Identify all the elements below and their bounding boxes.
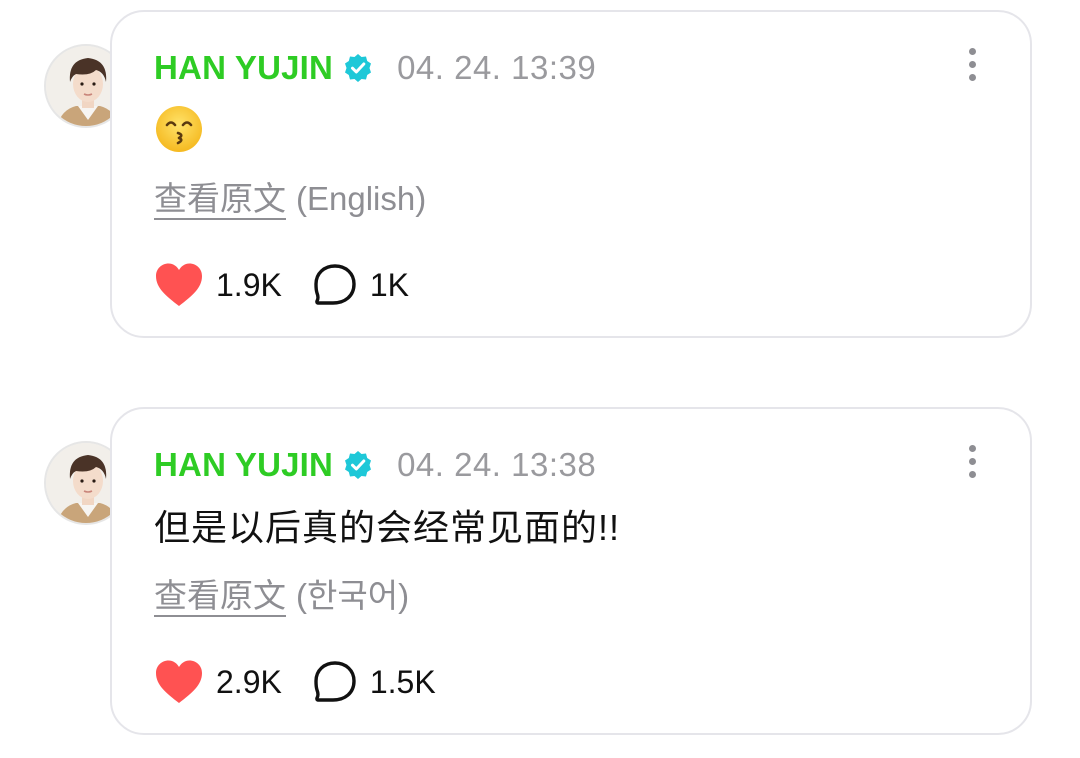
view-original-link[interactable]: 查看原文 bbox=[154, 577, 286, 614]
post-content-text: 但是以后真的会经常见面的!! bbox=[154, 507, 621, 548]
post-timestamp: 04. 24. 13:39 bbox=[397, 49, 597, 86]
more-options-icon[interactable] bbox=[966, 445, 978, 481]
post-header: HAN YUJIN 04. 24. 13:38 bbox=[154, 443, 596, 487]
original-language: (English) bbox=[296, 180, 427, 217]
comment-count: 1.5K bbox=[369, 663, 436, 700]
more-options-icon[interactable] bbox=[966, 48, 978, 84]
post-timestamp: 04. 24. 13:38 bbox=[397, 446, 597, 483]
translation-row: 查看原文 (English) bbox=[154, 172, 426, 220]
post-card: HAN YUJIN 04. 24. 13:39 查看原文 (English) 1… bbox=[110, 10, 1032, 338]
kissing-face-emoji bbox=[154, 104, 204, 154]
like-count: 2.9K bbox=[216, 663, 282, 700]
verified-badge-icon bbox=[343, 53, 373, 83]
heart-icon[interactable] bbox=[154, 659, 204, 705]
verified-badge-icon bbox=[343, 450, 373, 480]
translation-row: 查看原文 (한국어) bbox=[154, 569, 409, 617]
comment-count: 1K bbox=[369, 266, 409, 303]
view-original-link[interactable]: 查看原文 bbox=[154, 180, 286, 217]
comment-bubble-icon[interactable] bbox=[312, 262, 358, 308]
original-language: (한국어) bbox=[296, 577, 410, 614]
post-header: HAN YUJIN 04. 24. 13:39 bbox=[154, 46, 596, 90]
author-name[interactable]: HAN YUJIN bbox=[154, 446, 333, 484]
comment-bubble-icon[interactable] bbox=[312, 659, 358, 705]
post-stats: 2.9K 1.5K bbox=[154, 659, 436, 705]
like-count: 1.9K bbox=[216, 266, 282, 303]
heart-icon[interactable] bbox=[154, 262, 204, 308]
post-card: HAN YUJIN 04. 24. 13:38 但是以后真的会经常见面的!! 查… bbox=[110, 407, 1032, 735]
author-name[interactable]: HAN YUJIN bbox=[154, 49, 333, 87]
post-stats: 1.9K 1K bbox=[154, 262, 409, 308]
